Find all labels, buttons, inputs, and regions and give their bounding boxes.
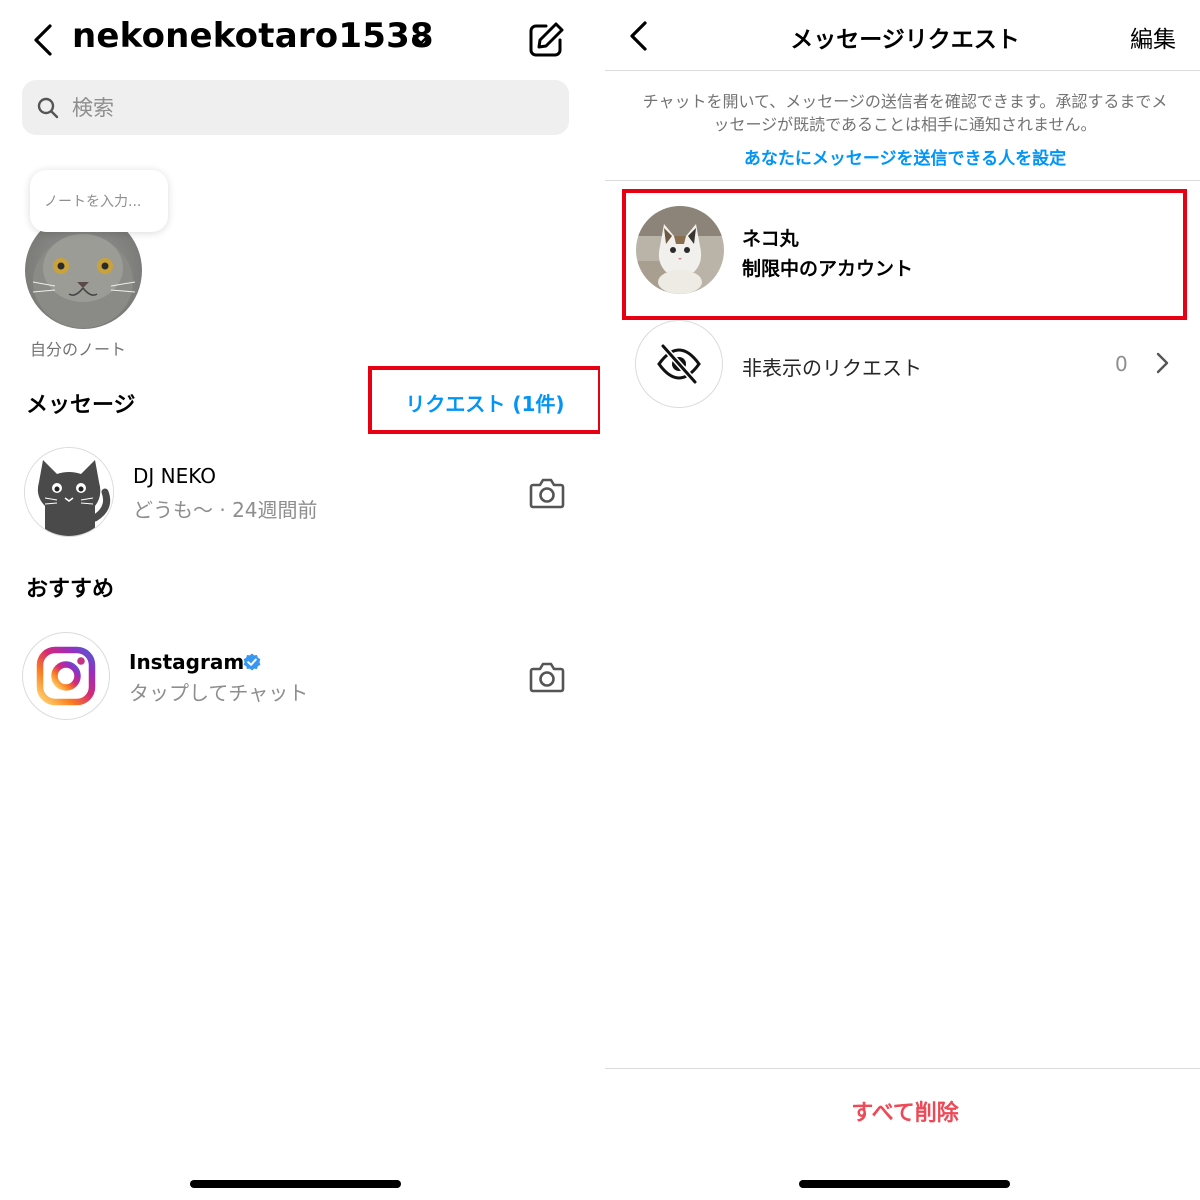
divider bbox=[605, 1068, 1200, 1069]
suggested-preview: タップしてチャット bbox=[129, 681, 309, 705]
divider bbox=[605, 70, 1200, 71]
account-username[interactable]: nekonekotaro1538 bbox=[72, 16, 434, 56]
search-input[interactable] bbox=[72, 91, 552, 125]
instagram-logo-icon bbox=[36, 646, 96, 706]
thread-name[interactable]: DJ NEKO bbox=[133, 464, 216, 488]
message-settings-link[interactable]: あなたにメッセージを送信できる人を設定 bbox=[605, 144, 1200, 169]
suggested-heading: おすすめ bbox=[26, 577, 115, 602]
messages-heading: メッセージ bbox=[26, 393, 136, 418]
hidden-requests-label[interactable]: 非表示のリクエスト bbox=[742, 352, 922, 381]
page-title: メッセージリクエスト bbox=[790, 27, 1020, 53]
delete-all-button[interactable]: すべて削除 bbox=[605, 1095, 1200, 1127]
camera-icon[interactable] bbox=[527, 473, 567, 513]
verified-badge-icon bbox=[243, 653, 261, 671]
divider bbox=[605, 180, 1200, 181]
requests-screen: メッセージリクエスト 編集 チャットを開いて、メッセージの送信者を確認できます。… bbox=[605, 0, 1200, 1200]
note-placeholder: ノートを入力... bbox=[44, 194, 142, 210]
camera-icon[interactable] bbox=[527, 657, 567, 697]
home-indicator bbox=[799, 1180, 1010, 1188]
compose-icon[interactable] bbox=[526, 20, 566, 60]
chevron-down-icon[interactable] bbox=[410, 30, 432, 50]
info-text: チャットを開いて、メッセージの送信者を確認できます。承認するまでメッセージが既読… bbox=[642, 92, 1168, 134]
eye-slash-icon bbox=[655, 340, 703, 388]
hidden-requests-count: 0 bbox=[1115, 352, 1128, 376]
back-arrow-icon[interactable] bbox=[28, 20, 60, 60]
suggested-name[interactable]: Instagram bbox=[129, 650, 244, 674]
dj-neko-avatar[interactable] bbox=[24, 447, 114, 537]
instagram-avatar[interactable] bbox=[22, 632, 110, 720]
thread-preview: どうも〜 · 24週間前 bbox=[133, 498, 318, 522]
request-name[interactable]: ネコ丸 bbox=[742, 224, 799, 251]
inbox-screen: nekonekotaro1538 検索 ノートを入力... 自分のノート メッセ… bbox=[0, 0, 605, 1200]
edit-button[interactable]: 編集 bbox=[1130, 20, 1176, 54]
chevron-right-icon[interactable] bbox=[1153, 350, 1171, 376]
requests-link[interactable]: リクエスト (1件) bbox=[368, 388, 602, 417]
request-status: 制限中のアカウント bbox=[742, 258, 914, 280]
search-icon bbox=[36, 96, 60, 120]
note-caption: 自分のノート bbox=[30, 340, 127, 359]
home-indicator bbox=[190, 1180, 401, 1188]
request-avatar[interactable] bbox=[636, 206, 724, 294]
